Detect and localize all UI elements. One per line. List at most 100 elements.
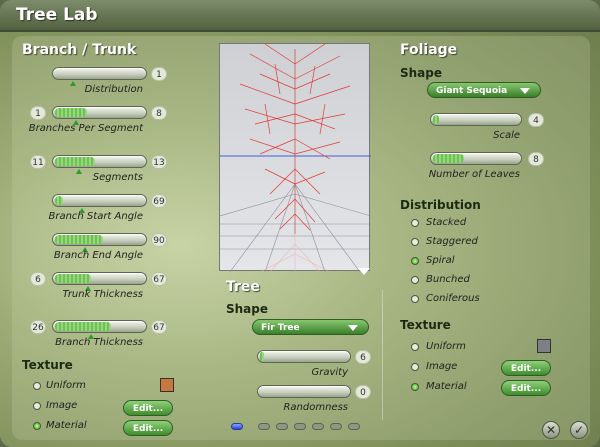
- radio-spiral[interactable]: [411, 257, 419, 265]
- radio-label: Bunched: [426, 274, 470, 285]
- radio-coniferous[interactable]: [411, 295, 419, 303]
- slider-max-value: 0: [355, 385, 371, 399]
- foliage-distribution-heading: Distribution: [400, 198, 481, 212]
- slider-fill: [55, 157, 95, 166]
- foliage-image-edit-button[interactable]: Edit...: [501, 360, 551, 376]
- radio-uniform[interactable]: [411, 343, 419, 351]
- slider-fill: [55, 196, 63, 205]
- preview-grid: [219, 183, 372, 273]
- tree-shape-dropdown[interactable]: Fir Tree: [252, 319, 369, 335]
- page-dot-2[interactable]: [258, 423, 270, 430]
- foliage-shape-heading: Shape: [400, 66, 443, 80]
- radio-label: Image: [426, 361, 458, 372]
- slider-track[interactable]: [52, 233, 147, 246]
- page-dot-3[interactable]: [276, 423, 288, 430]
- slider-fill: [55, 235, 103, 244]
- branch-trunk-heading: Branch / Trunk: [22, 42, 137, 58]
- tree-preview[interactable]: [219, 43, 372, 273]
- preview-expand-icon[interactable]: [358, 268, 370, 275]
- column-divider: [382, 290, 383, 420]
- foliage-uniform-color-swatch[interactable]: [537, 339, 551, 353]
- cancel-button[interactable]: ✕: [542, 421, 560, 439]
- slider-min-value: 1: [30, 106, 46, 120]
- chevron-down-icon: [520, 88, 530, 94]
- page-dot-7[interactable]: [348, 423, 360, 430]
- slider-label: Segments: [92, 172, 143, 183]
- slider-track[interactable]: [52, 155, 147, 168]
- window-title: Tree Lab: [16, 5, 98, 25]
- slider-min-value: 6: [30, 272, 46, 286]
- slider-label: Number of Leaves: [428, 169, 520, 180]
- slider-label: Gravity: [311, 367, 348, 378]
- slider-label: Randomness: [283, 402, 348, 413]
- slider-fill: [55, 322, 111, 331]
- branch-material-edit-button[interactable]: Edit...: [123, 420, 173, 436]
- slider-track[interactable]: [52, 106, 147, 119]
- radio-label: Uniform: [426, 341, 466, 352]
- branch-image-edit-button[interactable]: Edit...: [123, 400, 173, 416]
- radio-bunched[interactable]: [411, 276, 419, 284]
- foliage-heading: Foliage: [400, 42, 458, 58]
- slider-fill: [433, 154, 464, 163]
- radio-staggered[interactable]: [411, 238, 419, 246]
- radio-label: Stacked: [426, 217, 467, 228]
- slider-fill: [55, 274, 91, 283]
- slider-label: Trunk Thickness: [62, 289, 143, 300]
- slider-max-value: 67: [151, 272, 167, 286]
- radio-stacked[interactable]: [411, 219, 419, 227]
- radio-label: Staggered: [426, 236, 478, 247]
- slider-max-value: 67: [151, 320, 167, 334]
- slider-max-value: 69: [151, 194, 167, 208]
- radio-label: Material: [426, 381, 467, 392]
- slider-label: Branch Start Angle: [48, 211, 143, 222]
- slider-track[interactable]: [52, 67, 147, 80]
- foliage-shape-dropdown[interactable]: Giant Sequoia: [427, 82, 541, 98]
- slider-max-value: 6: [355, 350, 371, 364]
- slider-min-value: 26: [30, 320, 46, 334]
- radio-material[interactable]: [411, 383, 419, 391]
- radio-image[interactable]: [411, 363, 419, 371]
- branch-texture-heading: Texture: [22, 358, 73, 372]
- slider-fill: [260, 352, 264, 361]
- slider-min-value: 11: [30, 155, 46, 169]
- slider-track[interactable]: [52, 194, 147, 207]
- slider-track[interactable]: [52, 272, 147, 285]
- page-dot-5[interactable]: [312, 423, 324, 430]
- tree-lab-window: Tree Lab Branch / Trunk 1 Distribution 1 8 B…: [0, 0, 600, 447]
- slider-track[interactable]: [430, 113, 522, 126]
- slider-max-value: 1: [151, 67, 167, 81]
- title-bar[interactable]: Tree Lab: [0, 0, 600, 32]
- slider-track[interactable]: [257, 385, 351, 398]
- page-dot-1[interactable]: [231, 423, 243, 430]
- radio-label: Material: [46, 420, 87, 431]
- tree-shape-value: Fir Tree: [261, 323, 300, 333]
- foliage-texture-heading: Texture: [400, 318, 451, 332]
- tree-shape-heading: Shape: [226, 302, 269, 316]
- radio-uniform[interactable]: [33, 382, 41, 390]
- foliage-shape-value: Giant Sequoia: [436, 86, 508, 96]
- foliage-material-edit-button[interactable]: Edit...: [501, 380, 551, 396]
- slider-label: Scale: [493, 130, 520, 141]
- radio-image[interactable]: [33, 402, 41, 410]
- radio-label: Image: [46, 400, 78, 411]
- slider-max-value: 4: [528, 113, 544, 127]
- radio-material[interactable]: [33, 422, 41, 430]
- radio-label: Spiral: [426, 255, 455, 266]
- tree-heading: Tree: [226, 279, 260, 295]
- branch-uniform-color-swatch[interactable]: [160, 378, 174, 392]
- slider-max-value: 8: [528, 152, 544, 166]
- page-dot-6[interactable]: [330, 423, 342, 430]
- slider-label: Branch End Angle: [53, 250, 143, 261]
- slider-track[interactable]: [52, 320, 147, 333]
- page-dot-4[interactable]: [294, 423, 306, 430]
- radio-label: Coniferous: [426, 293, 480, 304]
- slider-track[interactable]: [257, 350, 351, 363]
- slider-max-value: 8: [151, 106, 167, 120]
- ok-button[interactable]: ✓: [570, 421, 588, 439]
- slider-track[interactable]: [430, 152, 522, 165]
- tree-reflection: [259, 234, 331, 273]
- slider-label: Distribution: [84, 84, 143, 95]
- slider-fill: [55, 108, 87, 117]
- slider-max-value: 90: [151, 233, 167, 247]
- chevron-down-icon: [348, 325, 358, 331]
